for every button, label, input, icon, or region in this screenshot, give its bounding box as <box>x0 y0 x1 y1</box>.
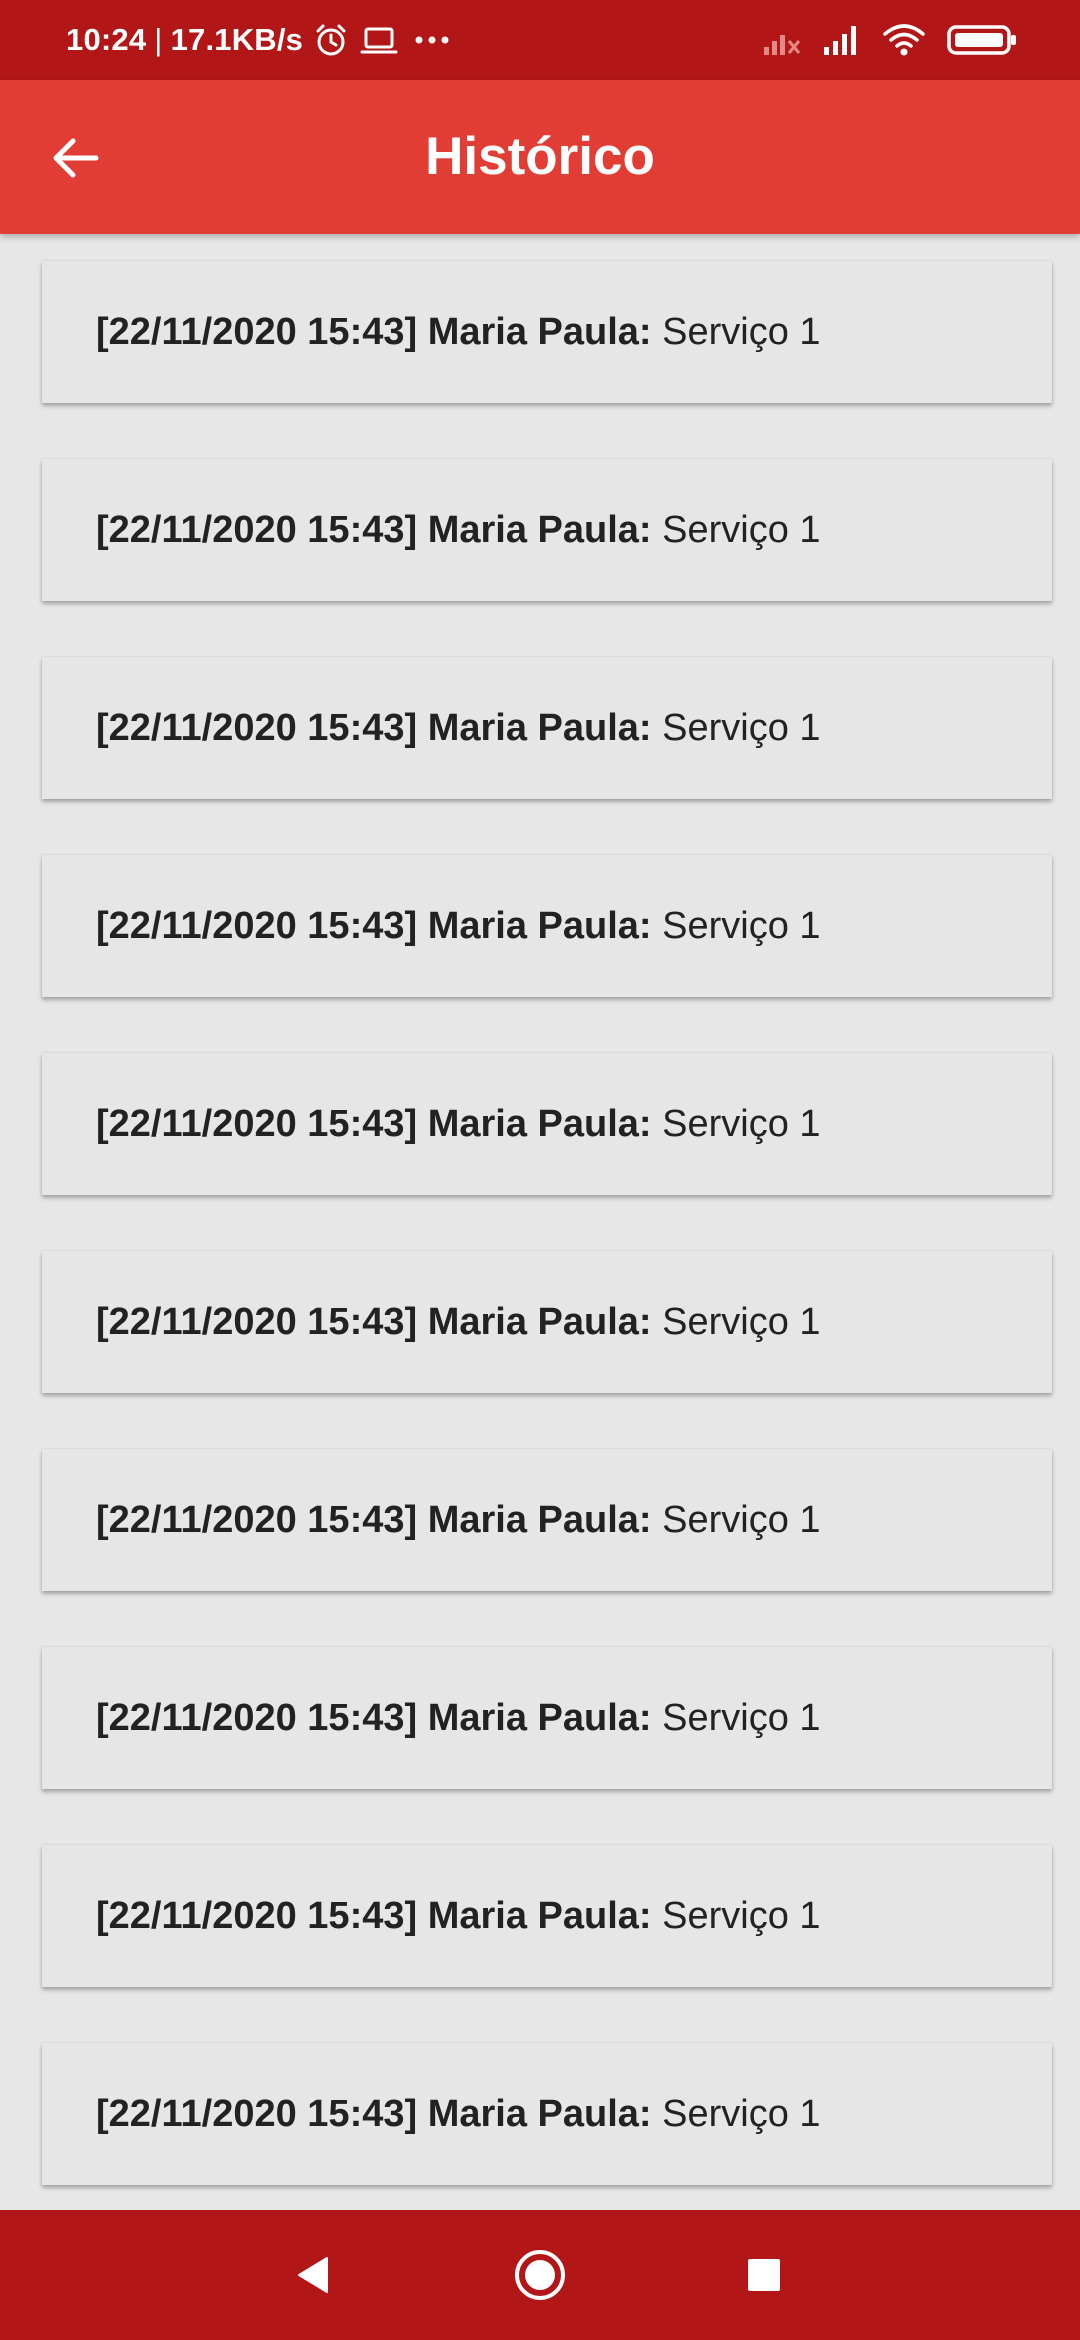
entry-service: Serviço 1 <box>662 706 821 749</box>
status-right <box>762 0 1018 80</box>
entry-user: Maria Paula: <box>427 508 652 551</box>
entry-timestamp: [22/11/2020 15:43] <box>96 904 418 947</box>
entry-user: Maria Paula: <box>427 2092 652 2135</box>
history-entry-text: [22/11/2020 15:43] Maria Paula: Serviço … <box>96 1301 821 1344</box>
entry-user: Maria Paula: <box>427 1696 652 1739</box>
no-signal-icon <box>764 35 801 55</box>
status-time: 10:24 <box>66 22 147 57</box>
history-entry-text: [22/11/2020 15:43] Maria Paula: Serviço … <box>96 1895 821 1938</box>
nav-recents-button[interactable] <box>714 2210 814 2340</box>
entry-timestamp: [22/11/2020 15:43] <box>96 508 418 551</box>
history-card[interactable]: [22/11/2020 15:43] Maria Paula: Serviço … <box>42 2043 1052 2185</box>
history-entry-text: [22/11/2020 15:43] Maria Paula: Serviço … <box>96 1697 821 1740</box>
entry-service: Serviço 1 <box>662 1498 821 1541</box>
entry-user: Maria Paula: <box>427 904 652 947</box>
history-entry-text: [22/11/2020 15:43] Maria Paula: Serviço … <box>96 1499 821 1542</box>
history-entry-text: [22/11/2020 15:43] Maria Paula: Serviço … <box>96 905 821 948</box>
entry-timestamp: [22/11/2020 15:43] <box>96 1300 418 1343</box>
entry-service: Serviço 1 <box>662 1300 821 1343</box>
entry-service: Serviço 1 <box>662 1102 821 1145</box>
entry-user: Maria Paula: <box>427 1102 652 1145</box>
laptop-icon <box>360 27 398 54</box>
entry-timestamp: [22/11/2020 15:43] <box>96 1894 418 1937</box>
history-entry-text: [22/11/2020 15:43] Maria Paula: Serviço … <box>96 509 821 552</box>
entry-timestamp: [22/11/2020 15:43] <box>96 310 418 353</box>
entry-service: Serviço 1 <box>662 2092 821 2135</box>
entry-timestamp: [22/11/2020 15:43] <box>96 1696 418 1739</box>
app-bar: Histórico <box>0 80 1080 234</box>
history-card[interactable]: [22/11/2020 15:43] Maria Paula: Serviço … <box>42 459 1052 601</box>
entry-user: Maria Paula: <box>427 310 652 353</box>
wifi-icon <box>883 24 925 56</box>
entry-service: Serviço 1 <box>662 508 821 551</box>
history-card[interactable]: [22/11/2020 15:43] Maria Paula: Serviço … <box>42 1647 1052 1789</box>
status-bar: 10:24 | 17.1KB/s <box>0 0 1080 80</box>
history-card[interactable]: [22/11/2020 15:43] Maria Paula: Serviço … <box>42 1449 1052 1591</box>
history-card[interactable]: [22/11/2020 15:43] Maria Paula: Serviço … <box>42 1251 1052 1393</box>
history-entry-text: [22/11/2020 15:43] Maria Paula: Serviço … <box>96 311 821 354</box>
entry-service: Serviço 1 <box>662 1696 821 1739</box>
entry-timestamp: [22/11/2020 15:43] <box>96 2092 418 2135</box>
entry-service: Serviço 1 <box>662 904 821 947</box>
history-list[interactable]: [22/11/2020 15:43] Maria Paula: Serviço … <box>0 234 1080 2210</box>
recents-square-icon <box>748 2259 780 2291</box>
history-card[interactable]: [22/11/2020 15:43] Maria Paula: Serviço … <box>42 657 1052 799</box>
history-entry-text: [22/11/2020 15:43] Maria Paula: Serviço … <box>96 2093 821 2136</box>
history-entry-text: [22/11/2020 15:43] Maria Paula: Serviço … <box>96 707 821 750</box>
history-card[interactable]: [22/11/2020 15:43] Maria Paula: Serviço … <box>42 261 1052 403</box>
more-icon <box>415 36 449 44</box>
entry-user: Maria Paula: <box>427 1498 652 1541</box>
page-title: Histórico <box>425 127 655 186</box>
back-triangle-icon <box>298 2257 328 2293</box>
entry-timestamp: [22/11/2020 15:43] <box>96 1498 418 1541</box>
entry-user: Maria Paula: <box>427 1300 652 1343</box>
status-left: 10:24 | 17.1KB/s <box>66 0 455 80</box>
history-card[interactable]: [22/11/2020 15:43] Maria Paula: Serviço … <box>42 1053 1052 1195</box>
entry-service: Serviço 1 <box>662 1894 821 1937</box>
history-card[interactable]: [22/11/2020 15:43] Maria Paula: Serviço … <box>42 1845 1052 1987</box>
nav-back-button[interactable] <box>264 2210 364 2340</box>
nav-home-button[interactable] <box>490 2210 590 2340</box>
alarm-icon <box>316 24 346 56</box>
history-card[interactable]: [22/11/2020 15:43] Maria Paula: Serviço … <box>42 855 1052 997</box>
status-network-speed: 17.1KB/s <box>170 22 304 57</box>
status-separator: | <box>154 22 163 57</box>
history-entry-text: [22/11/2020 15:43] Maria Paula: Serviço … <box>96 1103 821 1146</box>
signal-icon <box>824 26 856 55</box>
battery-icon <box>947 25 1016 55</box>
entry-service: Serviço 1 <box>662 310 821 353</box>
entry-timestamp: [22/11/2020 15:43] <box>96 706 418 749</box>
navigation-bar <box>0 2210 1080 2340</box>
entry-user: Maria Paula: <box>427 706 652 749</box>
entry-user: Maria Paula: <box>427 1894 652 1937</box>
entry-timestamp: [22/11/2020 15:43] <box>96 1102 418 1145</box>
home-circle-icon <box>515 2250 565 2300</box>
